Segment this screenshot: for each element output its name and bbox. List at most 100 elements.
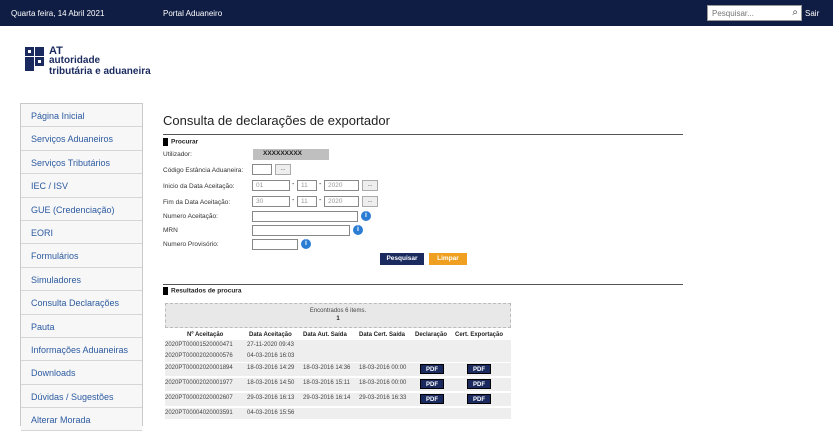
current-date: Quarta feira, 14 Abril 2021 bbox=[11, 9, 105, 18]
start-date-picker-button[interactable]: ... bbox=[362, 180, 378, 191]
row-acceptance-date: 18-03-2016 14:29 bbox=[247, 365, 295, 371]
provisional-number-label: Numero Provisório: bbox=[163, 241, 219, 248]
end-year-input[interactable]: 2020 bbox=[324, 196, 359, 207]
info-icon[interactable]: i bbox=[301, 239, 311, 249]
row-exit-authorization-date: 18-03-2016 14:36 bbox=[303, 365, 351, 371]
row-acceptance-number: 2020PT00001520000471 bbox=[165, 342, 233, 348]
page-title: Consulta de declarações de exportador bbox=[163, 113, 390, 128]
sidebar-item-consulta-declaracoes[interactable]: Consulta Declarações bbox=[21, 291, 142, 315]
table-row[interactable]: 2020PT00002020000576 04-03-2016 16:03 bbox=[165, 351, 511, 362]
results-summary: Encontrados 6 items. 1 bbox=[165, 303, 511, 328]
info-icon[interactable]: i bbox=[353, 225, 363, 235]
end-day-input[interactable]: 30 bbox=[252, 196, 290, 207]
row-acceptance-number: 2020PT00002020001894 bbox=[165, 365, 233, 371]
sidebar-item-formularios[interactable]: Formulários bbox=[21, 244, 142, 268]
row-acceptance-number: 2020PT00002020001977 bbox=[165, 380, 233, 386]
sidebar-item-pauta[interactable]: Pauta bbox=[21, 314, 142, 338]
end-month-input[interactable]: 11 bbox=[297, 196, 317, 207]
clear-button[interactable]: Limpar bbox=[429, 253, 467, 265]
title-divider bbox=[163, 134, 683, 135]
declaration-pdf-button[interactable]: PDF bbox=[420, 394, 444, 404]
results-divider bbox=[163, 284, 683, 285]
end-date-label: Fim da Data Aceitação: bbox=[163, 199, 231, 206]
results-count: Encontrados 6 items. bbox=[309, 308, 367, 314]
sidebar-item-gue[interactable]: GUE (Credenciação) bbox=[21, 197, 142, 221]
column-header-exit-authorization-date: Data Aut. Saída bbox=[303, 332, 347, 338]
row-acceptance-date: 27-11-2020 09:43 bbox=[247, 342, 294, 348]
search-box: ⌕ bbox=[707, 5, 802, 21]
mrn-input[interactable] bbox=[252, 225, 350, 236]
sidebar-item-simuladores[interactable]: Simuladores bbox=[21, 267, 142, 292]
column-header-acceptance-date: Data Aceitação bbox=[249, 332, 292, 338]
provisional-number-input[interactable] bbox=[252, 239, 298, 250]
at-logo[interactable]: AT autoridade tributária e aduaneira bbox=[25, 45, 165, 79]
row-acceptance-number: 2020PT00002020000576 bbox=[165, 353, 233, 359]
search-icon[interactable]: ⌕ bbox=[792, 6, 798, 20]
customs-office-label: Código Estância Aduaneira: bbox=[163, 167, 244, 174]
row-acceptance-date: 04-03-2016 15:56 bbox=[247, 410, 295, 416]
search-section-heading: Procurar bbox=[163, 138, 198, 146]
sidebar-item-pagina-inicial[interactable]: Página Inicial bbox=[21, 104, 142, 128]
table-row[interactable]: 2020PT00002020001894 18-03-2016 14:29 18… bbox=[165, 363, 511, 376]
top-bar: Quarta feira, 14 Abril 2021 Portal Aduan… bbox=[0, 0, 833, 26]
row-acceptance-date: 18-03-2016 14:50 bbox=[247, 380, 295, 386]
table-row[interactable]: 2020PT00002020001977 18-03-2016 14:50 18… bbox=[165, 378, 511, 391]
user-value: XXXXXXXXX bbox=[253, 149, 329, 160]
column-header-exit-certification-date: Data Cert. Saída bbox=[359, 332, 406, 338]
mrn-label: MRN bbox=[163, 227, 178, 234]
row-acceptance-date: 29-03-2016 16:13 bbox=[247, 395, 295, 401]
sidebar-item-iec-isv[interactable]: IEC / ISV bbox=[21, 174, 142, 198]
results-section-heading: Resultados de procura bbox=[163, 287, 241, 295]
date-separator: - bbox=[292, 181, 295, 188]
sidebar-item-downloads[interactable]: Downloads bbox=[21, 361, 142, 385]
column-header-acceptance-number: Nº Aceitação bbox=[187, 332, 224, 338]
date-separator: - bbox=[319, 181, 322, 188]
declaration-pdf-button[interactable]: PDF bbox=[420, 364, 444, 374]
customs-office-lookup-button[interactable]: ... bbox=[275, 164, 291, 175]
sidebar-item-servicos-aduaneiros[interactable]: Serviços Aduaneiros bbox=[21, 127, 142, 151]
portal-link[interactable]: Portal Aduaneiro bbox=[163, 9, 222, 18]
declaration-pdf-button[interactable]: PDF bbox=[420, 379, 444, 389]
table-row[interactable]: 2020PT00004020003591 04-03-2016 15:56 bbox=[165, 408, 511, 419]
sidebar-item-informacoes-aduaneiras[interactable]: Informações Aduaneiras bbox=[21, 337, 142, 362]
column-header-export-certificate: Cert. Exportação bbox=[455, 332, 504, 338]
user-label: Utilizador: bbox=[163, 151, 192, 158]
sidebar-item-duvidas-sugestoes[interactable]: Dúvidas / Sugestões bbox=[21, 384, 142, 409]
start-date-label: Inicio da Data Aceitação: bbox=[163, 183, 235, 190]
customs-office-input[interactable] bbox=[252, 164, 272, 175]
table-row[interactable]: 2020PT00002020002607 29-03-2016 16:13 29… bbox=[165, 393, 511, 406]
column-header-declaration: Declaração bbox=[415, 332, 448, 338]
export-certificate-pdf-button[interactable]: PDF bbox=[467, 364, 491, 374]
logo-line-2: autoridade bbox=[49, 55, 101, 66]
row-acceptance-date: 04-03-2016 16:03 bbox=[247, 353, 295, 359]
row-exit-authorization-date: 29-03-2016 16:14 bbox=[303, 395, 351, 401]
date-separator: - bbox=[319, 197, 322, 204]
sidebar-item-servicos-tributarios[interactable]: Serviços Tributários bbox=[21, 150, 142, 175]
end-date-picker-button[interactable]: ... bbox=[362, 196, 378, 207]
start-year-input[interactable]: 2020 bbox=[324, 180, 359, 191]
row-exit-certification-date: 18-03-2016 00:00 bbox=[359, 380, 407, 386]
row-acceptance-number: 2020PT00002020002607 bbox=[165, 395, 233, 401]
at-logo-icon bbox=[25, 47, 44, 71]
table-row[interactable]: 2020PT00001520000471 27-11-2020 09:43 bbox=[165, 340, 511, 351]
page-number[interactable]: 1 bbox=[166, 316, 510, 322]
start-month-input[interactable]: 11 bbox=[297, 180, 317, 191]
row-exit-certification-date: 18-03-2016 00:00 bbox=[359, 365, 407, 371]
export-certificate-pdf-button[interactable]: PDF bbox=[467, 379, 491, 389]
exit-link[interactable]: Sair bbox=[805, 9, 819, 18]
row-acceptance-number: 2020PT00004020003591 bbox=[165, 410, 233, 416]
sidebar-item-eori[interactable]: EORI bbox=[21, 220, 142, 245]
logo-line-3: tributária e aduaneira bbox=[49, 66, 151, 77]
search-button[interactable]: Pesquisar bbox=[380, 253, 424, 265]
start-day-input[interactable]: 01 bbox=[252, 180, 290, 191]
date-separator: - bbox=[292, 197, 295, 204]
sidebar: Página Inicial Serviços Aduaneiros Servi… bbox=[20, 103, 143, 431]
row-exit-authorization-date: 18-03-2016 15:11 bbox=[303, 380, 350, 386]
row-exit-certification-date: 29-03-2016 16:33 bbox=[359, 395, 407, 401]
info-icon[interactable]: i bbox=[361, 211, 371, 221]
search-input[interactable] bbox=[708, 6, 778, 20]
acceptance-number-input[interactable] bbox=[252, 211, 358, 222]
acceptance-number-label: Numero Aceitação: bbox=[163, 213, 218, 220]
sidebar-item-alterar-morada[interactable]: Alterar Morada bbox=[21, 408, 142, 431]
export-certificate-pdf-button[interactable]: PDF bbox=[467, 394, 491, 404]
